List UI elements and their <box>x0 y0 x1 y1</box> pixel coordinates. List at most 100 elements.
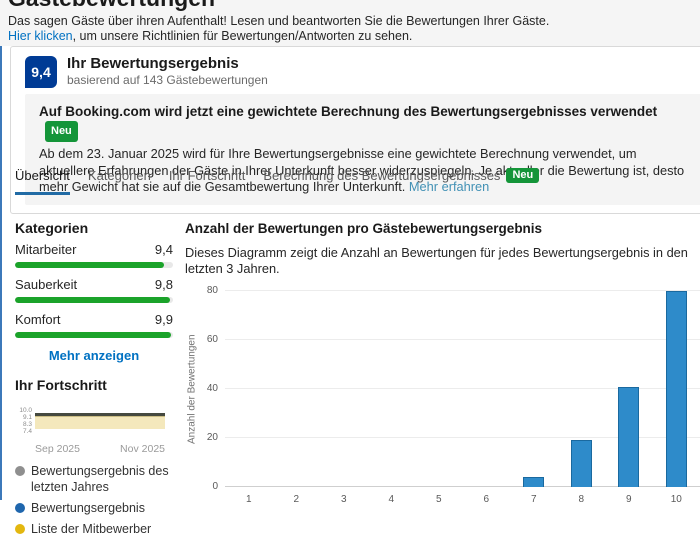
liste-der-mitbewerber-dot-icon <box>15 524 25 534</box>
competitor-range-band <box>35 416 165 429</box>
legend-label: Bewertungsergebnis <box>31 500 145 516</box>
category-progress-fill <box>15 332 171 338</box>
bar-chart-subtitle: Dieses Diagramm zeigt die Anzahl an Bewe… <box>185 245 700 277</box>
bar-slot-4 <box>368 291 416 487</box>
tab-bersicht[interactable]: Übersicht <box>15 168 70 195</box>
score-subtitle: basierend auf 143 Gästebewertungen <box>67 73 268 88</box>
progress-heading: Ihr Fortschritt <box>15 377 173 393</box>
category-head: Mitarbeiter 9,4 <box>15 242 173 257</box>
bar-score-8[interactable] <box>571 440 592 487</box>
y-tick-label-0: 0 <box>212 481 218 492</box>
category-row-sauberkeit: Sauberkeit 9,8 <box>15 277 173 303</box>
y-axis-title: Anzahl der Bewertungen <box>185 291 199 487</box>
category-head: Komfort 9,9 <box>15 312 173 327</box>
mini-x-label: Sep 2025 <box>35 443 80 455</box>
y-tick-label-40: 40 <box>207 383 218 394</box>
bewertungsergebnis-dot-icon <box>15 503 25 513</box>
tab-label: Berechnung des Bewertungsergebnisses <box>263 168 500 183</box>
category-head: Sauberkeit 9,8 <box>15 277 173 292</box>
category-progress-track <box>15 332 173 338</box>
left-edge-accent <box>0 46 2 500</box>
category-value: 9,9 <box>155 312 173 327</box>
chart-column: Anzahl der Bewertungen pro Gästebewertun… <box>185 212 700 500</box>
bar-score-10[interactable] <box>666 291 687 487</box>
new-badge: Neu <box>45 121 78 142</box>
tab-label: Übersicht <box>15 168 70 183</box>
bars-layer <box>225 291 700 487</box>
tab-ihr-fortschritt[interactable]: Ihr Fortschritt <box>169 168 246 192</box>
show-more-link[interactable]: Mehr anzeigen <box>49 348 139 363</box>
y-tick-label-80: 80 <box>207 285 218 296</box>
legend-item-liste-der-mitbewerber: Liste der Mitbewerber <box>15 521 173 537</box>
page-header: Gästebewertungen Das sagen Gäste über ih… <box>0 0 700 46</box>
bar-chart-title: Anzahl der Bewertungen pro Gästebewertun… <box>185 220 700 238</box>
category-value: 9,4 <box>155 242 173 257</box>
category-row-mitarbeiter: Mitarbeiter 9,4 <box>15 242 173 268</box>
legend-item-bewertungsergebnis-des-letzten-jahres: Bewertungsergebnis des letzten Jahres <box>15 463 173 495</box>
content: Kategorien Mitarbeiter 9,4 Sauberkeit 9,8 Ko… <box>15 212 700 500</box>
bar-slot-6 <box>463 291 511 487</box>
y-tick-label-20: 20 <box>207 432 218 443</box>
guest-reviews-page: { "page": { "title": "Gästebewertungen",… <box>0 0 700 500</box>
guidelines-rest: , um unsere Richtlinien für Bewertungen/… <box>73 29 413 43</box>
category-label: Mitarbeiter <box>15 242 76 257</box>
mini-y-label: 7.4 <box>15 428 32 435</box>
show-more-wrap: Mehr anzeigen <box>15 348 173 363</box>
tab-label: Ihr Fortschritt <box>169 168 246 183</box>
notice-title-row: Auf Booking.com wird jetzt eine gewichte… <box>39 103 695 142</box>
categories-list: Mitarbeiter 9,4 Sauberkeit 9,8 Komfort 9,9 <box>15 242 173 338</box>
score-text: Ihr Bewertungsergebnis basierend auf 143… <box>67 55 268 88</box>
bar-slot-5 <box>415 291 463 487</box>
notice-title: Auf Booking.com wird jetzt eine gewichte… <box>39 104 657 119</box>
mini-chart-y-axis: 10.09.18.37.4 <box>15 407 35 439</box>
category-progress-track <box>15 262 173 268</box>
categories-heading: Kategorien <box>15 220 173 236</box>
mini-y-label: 8.3 <box>15 421 32 428</box>
guidelines-link[interactable]: Hier klicken <box>8 29 73 43</box>
progress-mini-chart[interactable]: 10.09.18.37.4 <box>15 403 165 439</box>
score-line <box>35 413 165 416</box>
bar-slot-7 <box>510 291 558 487</box>
tab-berechnung-des-bewertungsergebnisses[interactable]: Berechnung des Bewertungsergebnisses Neu <box>263 168 539 192</box>
tab-kategorien[interactable]: Kategorien <box>88 168 151 192</box>
bar-slot-3 <box>320 291 368 487</box>
category-progress-fill <box>15 262 164 268</box>
mini-chart-x-axis: Sep 2025 Nov 2025 <box>35 443 165 455</box>
bar-slot-9 <box>605 291 653 487</box>
category-progress-track <box>15 297 173 303</box>
bar-score-7[interactable] <box>523 477 544 487</box>
category-value: 9,8 <box>155 277 173 292</box>
mini-chart-plot <box>35 403 165 439</box>
plot-area: 020406080 <box>225 291 700 487</box>
progress-legend: Bewertungsergebnis des letzten Jahres Bew… <box>15 463 173 537</box>
category-label: Sauberkeit <box>15 277 77 292</box>
left-column: Kategorien Mitarbeiter 9,4 Sauberkeit 9,8 Ko… <box>15 212 173 500</box>
bar-slot-1 <box>225 291 273 487</box>
category-label: Komfort <box>15 312 61 327</box>
bar-slot-8 <box>558 291 606 487</box>
category-row-komfort: Komfort 9,9 <box>15 312 173 338</box>
page-intro: Das sagen Gäste über ihren Aufenthalt! L… <box>8 14 700 29</box>
bar-slot-2 <box>273 291 321 487</box>
mini-y-label: 9.1 <box>15 414 32 421</box>
page-title: Gästebewertungen <box>8 0 700 10</box>
y-tick-label-60: 60 <box>207 334 218 345</box>
bewertungsergebnis-des-letzten-jahres-dot-icon <box>15 466 25 476</box>
plot-wrap: 020406080 12345678910 <box>199 291 700 505</box>
category-progress-fill <box>15 297 170 303</box>
bar-slot-10 <box>653 291 700 487</box>
score-row: 9,4 Ihr Bewertungsergebnis basierend auf… <box>25 55 695 88</box>
legend-label: Liste der Mitbewerber <box>31 521 151 537</box>
bar-score-9[interactable] <box>618 387 639 487</box>
guidelines-line: Hier klicken, um unsere Richtlinien für … <box>8 29 700 44</box>
mini-x-label: Nov 2025 <box>120 443 165 455</box>
score-badge: 9,4 <box>25 56 57 88</box>
tabs-bar: Übersicht Kategorien Ihr Fortschritt Berech… <box>15 168 700 195</box>
reviews-bar-chart: Anzahl der Bewertungen 020406080 1234567… <box>185 291 700 505</box>
tab-label: Kategorien <box>88 168 151 183</box>
new-badge: Neu <box>506 168 539 183</box>
legend-item-bewertungsergebnis: Bewertungsergebnis <box>15 500 173 516</box>
score-title: Ihr Bewertungsergebnis <box>67 55 268 73</box>
mini-y-label: 10.0 <box>15 407 32 414</box>
legend-label: Bewertungsergebnis des letzten Jahres <box>31 463 173 495</box>
